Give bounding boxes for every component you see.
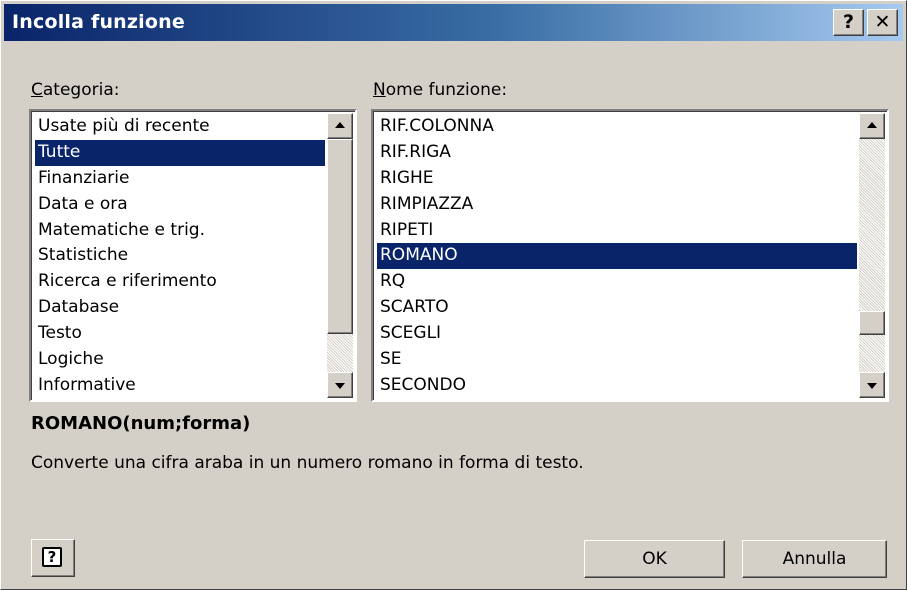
- arrow-up-icon: [867, 122, 877, 128]
- function-list-item[interactable]: RIPETI: [377, 218, 857, 244]
- window-title: Incolla funzione: [12, 11, 185, 33]
- category-list-item[interactable]: Ricerca e riferimento: [35, 269, 325, 295]
- function-listbox[interactable]: RIF.COLONNA RIF.RIGA RIGHE RIMPIAZZA RIPETI R…: [371, 109, 889, 402]
- category-list-item[interactable]: Tutte: [35, 139, 325, 166]
- function-items: RIF.COLONNA RIF.RIGA RIGHE RIMPIAZZA RIPETI R…: [377, 114, 857, 399]
- arrow-down-icon: [335, 383, 345, 389]
- function-list-item[interactable]: SE: [377, 347, 857, 373]
- function-scroll-down-button[interactable]: [859, 372, 885, 398]
- function-list-item[interactable]: SCARTO: [377, 295, 857, 321]
- arrow-down-icon: [867, 383, 877, 389]
- arrow-up-icon: [335, 122, 345, 128]
- question-mark-help-icon: ?: [42, 547, 62, 567]
- category-list-item[interactable]: Matematiche e trig.: [35, 218, 325, 244]
- function-list-item[interactable]: SECONDO: [377, 373, 857, 399]
- function-description: Converte una cifra araba in un numero ro…: [31, 453, 584, 473]
- function-scrollbar[interactable]: [859, 113, 885, 398]
- cancel-button-label: Annulla: [782, 549, 847, 569]
- function-list-item[interactable]: RIGHE: [377, 166, 857, 192]
- category-label: Categoria:: [31, 80, 120, 100]
- category-scrollbar[interactable]: [327, 113, 353, 398]
- function-scroll-thumb[interactable]: [859, 311, 885, 335]
- category-list-item[interactable]: Logiche: [35, 347, 325, 373]
- close-icon: ✕: [874, 11, 891, 33]
- category-list-item[interactable]: Informative: [35, 373, 325, 399]
- title-help-button[interactable]: ?: [833, 9, 864, 36]
- cancel-button[interactable]: Annulla: [742, 540, 887, 578]
- function-list-item[interactable]: RIF.RIGA: [377, 140, 857, 166]
- category-list-item[interactable]: Testo: [35, 321, 325, 347]
- category-list-item[interactable]: Statistiche: [35, 243, 325, 269]
- question-mark-icon: ?: [842, 11, 855, 33]
- ok-button[interactable]: OK: [584, 540, 725, 578]
- category-scroll-up-button[interactable]: [327, 113, 353, 139]
- function-list-item[interactable]: ROMANO: [377, 243, 857, 270]
- function-list-item[interactable]: RIF.COLONNA: [377, 114, 857, 140]
- category-scroll-thumb[interactable]: [327, 139, 353, 334]
- category-items: Usate più di recente Tutte Finanziarie Data…: [35, 114, 325, 399]
- office-assistant-help-button[interactable]: ?: [31, 539, 75, 577]
- category-list-item[interactable]: Database: [35, 295, 325, 321]
- incolla-funzione-dialog: Incolla funzione ? ✕ Categoria: Nome fun…: [0, 0, 907, 590]
- ok-button-label: OK: [642, 549, 667, 569]
- function-list-item[interactable]: RQ: [377, 269, 857, 295]
- function-scroll-up-button[interactable]: [859, 113, 885, 139]
- function-name-label: Nome funzione:: [373, 80, 508, 100]
- function-list-item[interactable]: SCEGLI: [377, 321, 857, 347]
- category-list-item[interactable]: Data e ora: [35, 192, 325, 218]
- category-scroll-down-button[interactable]: [327, 372, 353, 398]
- category-list-item[interactable]: Finanziarie: [35, 166, 325, 192]
- close-button[interactable]: ✕: [867, 9, 898, 36]
- function-signature: ROMANO(num;forma): [31, 413, 251, 434]
- category-listbox[interactable]: Usate più di recente Tutte Finanziarie Data…: [29, 109, 357, 402]
- function-list-item[interactable]: RIMPIAZZA: [377, 192, 857, 218]
- category-list-item[interactable]: Usate più di recente: [35, 114, 325, 140]
- title-bar[interactable]: Incolla funzione ? ✕: [4, 4, 903, 41]
